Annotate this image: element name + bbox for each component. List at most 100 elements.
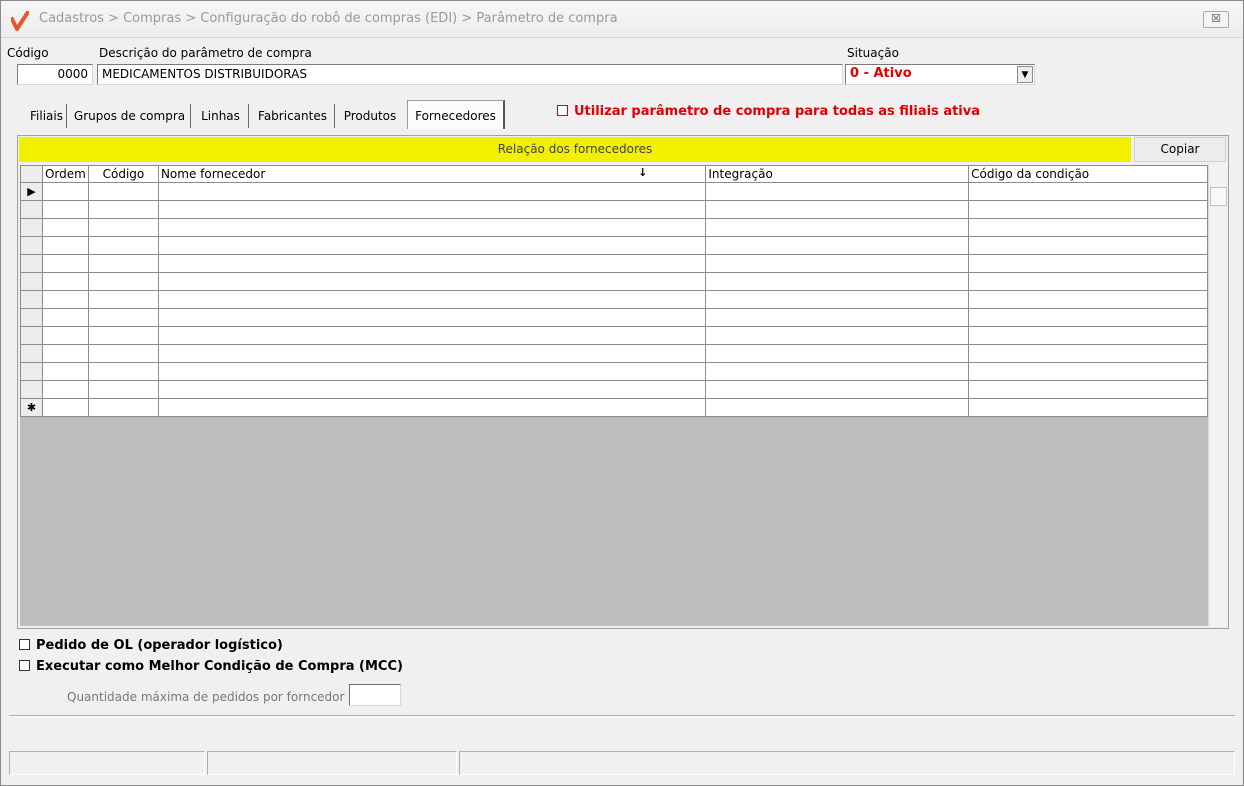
pedido-ol-checkbox[interactable] xyxy=(19,639,30,650)
grid-cell[interactable] xyxy=(41,236,89,255)
situacao-select[interactable]: 0 - Ativo ▼ xyxy=(845,64,1035,85)
tab-linhas[interactable]: Linhas xyxy=(193,104,249,128)
grid-cell[interactable] xyxy=(87,308,159,327)
grid-cell[interactable] xyxy=(87,344,159,363)
table-row[interactable] xyxy=(20,362,1208,381)
table-row[interactable] xyxy=(20,254,1208,273)
grid-cell[interactable] xyxy=(968,362,1208,381)
fornecedores-grid[interactable]: Ordem Código Nome fornecedor ↓ Integração… xyxy=(20,165,1208,626)
grid-cell[interactable] xyxy=(41,182,89,201)
grid-cell[interactable] xyxy=(41,326,89,345)
col-ordem[interactable]: Ordem xyxy=(41,165,89,183)
grid-cell[interactable] xyxy=(157,200,707,219)
grid-cell[interactable] xyxy=(87,218,159,237)
grid-cell[interactable] xyxy=(87,200,159,219)
tab-fabricantes[interactable]: Fabricantes xyxy=(251,104,335,128)
grid-cell[interactable] xyxy=(87,380,159,399)
tab-produtos[interactable]: Produtos xyxy=(337,104,403,128)
grid-cell[interactable] xyxy=(157,236,707,255)
grid-cell[interactable] xyxy=(41,200,89,219)
tab-fornecedores[interactable]: Fornecedores xyxy=(407,100,505,129)
mcc-option[interactable]: Executar como Melhor Condição de Compra … xyxy=(19,659,403,674)
table-row[interactable] xyxy=(20,236,1208,255)
grid-cell[interactable] xyxy=(968,254,1208,273)
grid-cell[interactable] xyxy=(41,218,89,237)
grid-cell[interactable] xyxy=(41,272,89,291)
grid-cell[interactable] xyxy=(705,236,970,255)
grid-cell[interactable] xyxy=(968,344,1208,363)
tab-grupos-de-compra[interactable]: Grupos de compra xyxy=(69,104,191,128)
table-row[interactable] xyxy=(20,344,1208,363)
grid-cell[interactable] xyxy=(705,218,970,237)
chevron-down-icon[interactable]: ▼ xyxy=(1017,66,1033,83)
grid-cell[interactable] xyxy=(157,308,707,327)
todas-filiais-checkbox[interactable] xyxy=(557,105,568,116)
grid-cell[interactable] xyxy=(41,308,89,327)
grid-cell[interactable] xyxy=(705,326,970,345)
grid-cell[interactable] xyxy=(41,290,89,309)
grid-cell[interactable] xyxy=(968,380,1208,399)
grid-cell[interactable] xyxy=(87,236,159,255)
descricao-field[interactable]: MEDICAMENTOS DISTRIBUIDORAS xyxy=(97,64,843,85)
pedido-ol-option[interactable]: Pedido de OL (operador logístico) xyxy=(19,638,283,653)
grid-cell[interactable] xyxy=(157,272,707,291)
table-row[interactable] xyxy=(20,290,1208,309)
grid-cell[interactable] xyxy=(968,236,1208,255)
close-button[interactable]: ☒ xyxy=(1203,11,1229,28)
grid-cell[interactable] xyxy=(87,254,159,273)
table-row[interactable] xyxy=(20,218,1208,237)
todas-filiais-option[interactable]: Utilizar parâmetro de compra para todas … xyxy=(557,104,980,119)
grid-cell[interactable] xyxy=(705,200,970,219)
grid-cell[interactable] xyxy=(157,326,707,345)
table-row[interactable]: ▶ xyxy=(20,182,1208,201)
grid-cell[interactable] xyxy=(968,398,1208,417)
grid-cell[interactable] xyxy=(157,362,707,381)
grid-cell[interactable] xyxy=(87,272,159,291)
grid-cell[interactable] xyxy=(968,272,1208,291)
table-row[interactable] xyxy=(20,308,1208,327)
col-codigo[interactable]: Código xyxy=(87,165,159,183)
table-row[interactable] xyxy=(20,326,1208,345)
tab-filiais[interactable]: Filiais xyxy=(27,104,67,128)
grid-cell[interactable] xyxy=(41,398,89,417)
grid-cell[interactable] xyxy=(968,182,1208,201)
grid-cell[interactable] xyxy=(705,182,970,201)
grid-cell[interactable] xyxy=(968,326,1208,345)
grid-cell[interactable] xyxy=(705,344,970,363)
grid-cell[interactable] xyxy=(157,254,707,273)
grid-vertical-scrollbar[interactable] xyxy=(1208,165,1228,626)
table-row[interactable] xyxy=(20,200,1208,219)
table-row[interactable] xyxy=(20,380,1208,399)
grid-cell[interactable] xyxy=(968,290,1208,309)
grid-cell[interactable] xyxy=(705,290,970,309)
table-row[interactable] xyxy=(20,272,1208,291)
grid-cell[interactable] xyxy=(157,218,707,237)
grid-cell[interactable] xyxy=(705,308,970,327)
grid-cell[interactable] xyxy=(157,380,707,399)
grid-cell[interactable] xyxy=(705,398,970,417)
grid-cell[interactable] xyxy=(705,380,970,399)
grid-cell[interactable] xyxy=(87,182,159,201)
grid-cell[interactable] xyxy=(968,218,1208,237)
grid-cell[interactable] xyxy=(41,362,89,381)
grid-cell[interactable] xyxy=(41,254,89,273)
col-codigo-condicao[interactable]: Código da condição xyxy=(968,165,1208,183)
grid-cell[interactable] xyxy=(41,380,89,399)
grid-cell[interactable] xyxy=(968,308,1208,327)
grid-cell[interactable] xyxy=(87,290,159,309)
grid-cell[interactable] xyxy=(87,398,159,417)
grid-cell[interactable] xyxy=(157,290,707,309)
grid-cell[interactable] xyxy=(87,326,159,345)
grid-cell[interactable] xyxy=(968,200,1208,219)
grid-cell[interactable] xyxy=(705,362,970,381)
copiar-button[interactable]: Copiar xyxy=(1134,137,1226,162)
grid-cell[interactable] xyxy=(157,398,707,417)
col-integracao[interactable]: Integração xyxy=(705,165,970,183)
grid-cell[interactable] xyxy=(157,344,707,363)
grid-cell[interactable] xyxy=(705,272,970,291)
qtd-max-input[interactable] xyxy=(349,684,401,706)
codigo-field[interactable]: 0000 xyxy=(17,64,93,85)
col-nome-fornecedor[interactable]: Nome fornecedor ↓ xyxy=(157,165,707,183)
grid-cell[interactable] xyxy=(87,362,159,381)
mcc-checkbox[interactable] xyxy=(19,660,30,671)
